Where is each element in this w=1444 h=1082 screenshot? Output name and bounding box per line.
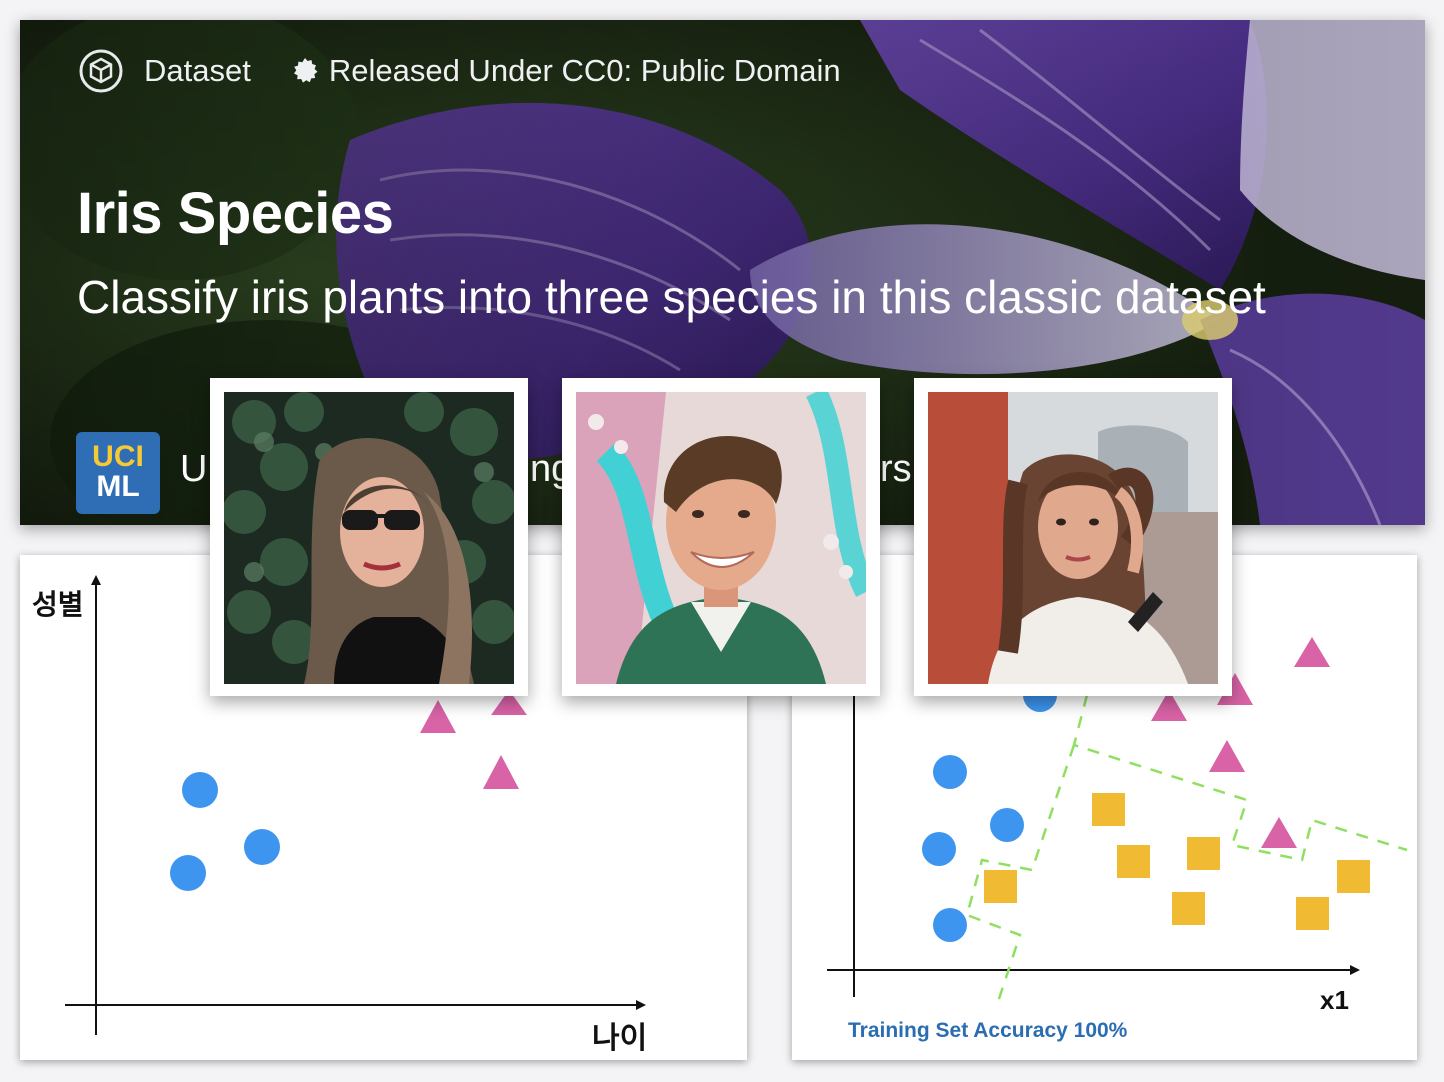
training-accuracy-caption: Training Set Accuracy 100% [848, 1019, 1128, 1042]
y-axis-arrowhead [91, 575, 101, 585]
uci-logo-line1: UCI [92, 440, 144, 473]
blue-circle-point [182, 772, 218, 808]
x-axis-arrowhead [1350, 965, 1360, 975]
yellow-square-point [1092, 793, 1125, 826]
uci-logo-line2: ML [96, 470, 140, 503]
blue-circle-point [170, 855, 206, 891]
woman-with-long-hair-photo [914, 378, 1232, 696]
woman-with-sunglasses-photo [210, 378, 528, 696]
owner-name-fragment-1: U [180, 448, 208, 490]
yellow-square-point [1187, 837, 1220, 870]
pink-triangle-point [1209, 740, 1245, 772]
blue-circle-point [990, 808, 1024, 842]
license-badge-icon [291, 57, 319, 85]
x-axis-label: 나이 [592, 1021, 648, 1056]
uci-ml-logo[interactable]: UCI ML [76, 432, 160, 514]
dataset-type-label: Dataset [144, 53, 251, 88]
yellow-square-point [1296, 897, 1329, 930]
yellow-square-point [1337, 860, 1370, 893]
owner-name-fragment-3: rs [880, 448, 912, 490]
dataset-subtitle: Classify iris plants into three species … [77, 271, 1266, 323]
pink-triangle-point [1294, 637, 1330, 667]
blue-circle-point [933, 908, 967, 942]
pink-triangle-point [420, 700, 456, 733]
x-axis-arrowhead [636, 1000, 646, 1010]
dataset-icon [78, 48, 124, 94]
pink-triangle-point [483, 755, 519, 789]
smiling-man-photo [562, 378, 880, 696]
dataset-title: Iris Species [77, 181, 394, 246]
blue-circle-point [922, 832, 956, 866]
license-label[interactable]: Released Under CC0: Public Domain [329, 53, 841, 89]
blue-circle-point [933, 755, 967, 789]
y-axis-label: 성별 [32, 588, 84, 621]
banner-meta-row: Dataset Released Under CC0: Public Domai… [78, 48, 841, 94]
dataset-owner-name[interactable]: U [180, 448, 207, 491]
x-axis-label: x1 [1320, 985, 1349, 1015]
blue-circle-point [244, 829, 280, 865]
yellow-square-point [1117, 845, 1150, 878]
yellow-square-point [1172, 892, 1205, 925]
yellow-square-point [984, 870, 1017, 903]
pink-triangle-point [1261, 817, 1297, 848]
